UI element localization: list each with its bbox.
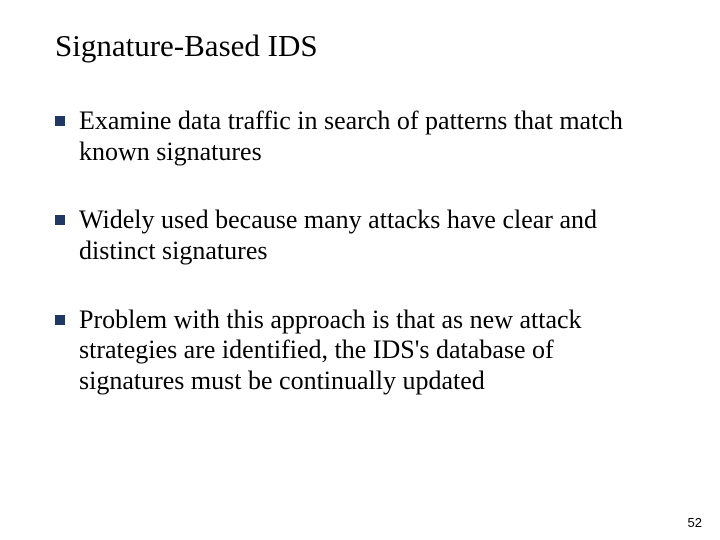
bullet-item: Examine data traffic in search of patter… [55,106,665,167]
bullet-text: Examine data traffic in search of patter… [79,106,665,167]
square-bullet-icon [55,116,65,126]
bullet-list: Examine data traffic in search of patter… [55,106,665,397]
bullet-text: Widely used because many attacks have cl… [79,205,665,266]
bullet-item: Problem with this approach is that as ne… [55,305,665,397]
slide-container: Signature-Based IDS Examine data traffic… [0,0,720,540]
bullet-text: Problem with this approach is that as ne… [79,305,665,397]
slide-title: Signature-Based IDS [55,28,665,64]
page-number: 52 [688,515,702,530]
square-bullet-icon [55,315,65,325]
square-bullet-icon [55,215,65,225]
bullet-item: Widely used because many attacks have cl… [55,205,665,266]
